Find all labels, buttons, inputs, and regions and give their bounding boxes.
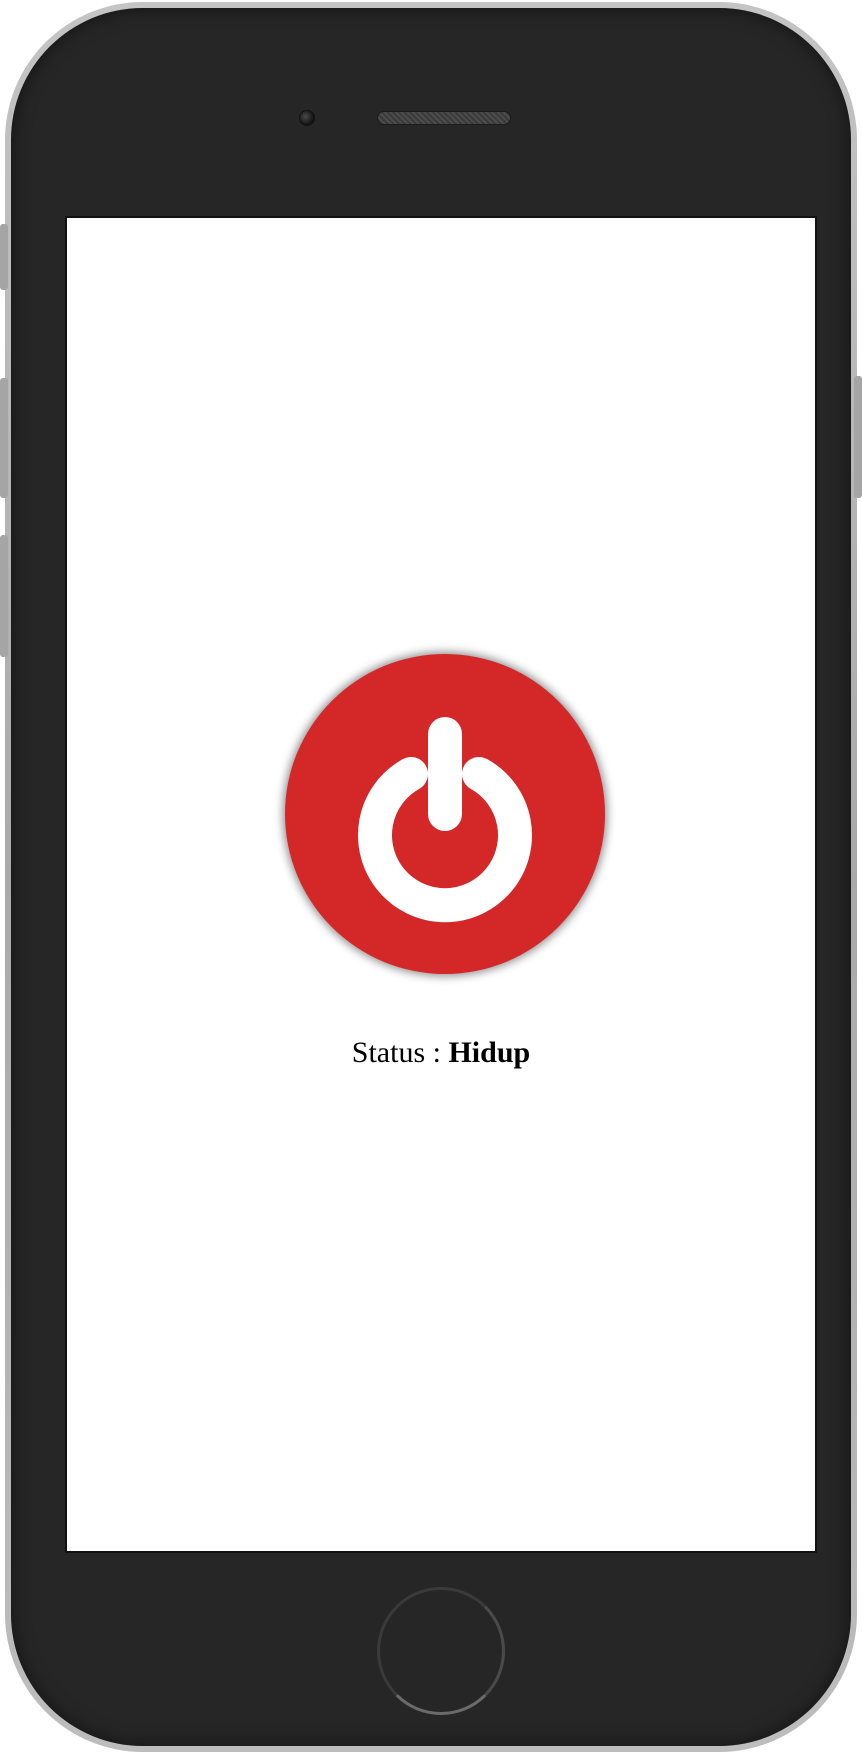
app-screen: Status : Hidup — [65, 216, 817, 1553]
phone-frame: Status : Hidup — [5, 2, 857, 1752]
front-camera — [299, 110, 315, 126]
side-power-button — [854, 376, 862, 498]
status-value: Hidup — [448, 1036, 531, 1069]
power-toggle-button[interactable] — [285, 654, 605, 974]
mute-switch — [0, 224, 8, 290]
status-line: Status : Hidup — [67, 1036, 815, 1070]
earpiece-speaker — [377, 111, 511, 125]
home-button[interactable] — [377, 1587, 505, 1715]
volume-down-button — [0, 535, 8, 657]
power-icon — [358, 717, 532, 923]
status-label: Status : — [351, 1036, 449, 1069]
volume-up-button — [0, 378, 8, 498]
phone-body: Status : Hidup — [11, 8, 851, 1746]
